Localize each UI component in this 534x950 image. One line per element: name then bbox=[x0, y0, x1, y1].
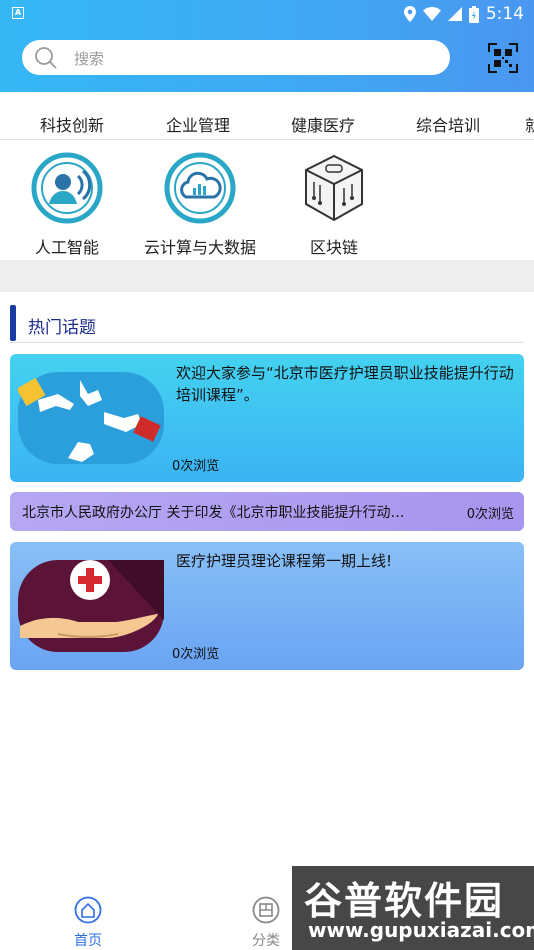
app-header: A 5:14 搜索 bbox=[0, 0, 534, 92]
topic-card[interactable]: 北京市人民政府办公厅 关于印发《北京市职业技能提升行动… 0次浏览 bbox=[10, 492, 524, 531]
cloud-data-icon bbox=[164, 152, 236, 224]
wifi-icon bbox=[422, 7, 441, 21]
topic-title: 医疗护理员理论课程第一期上线! bbox=[176, 552, 393, 570]
tab-employment[interactable]: 就 bbox=[525, 112, 534, 136]
nav-label: 分类 bbox=[252, 933, 280, 949]
tab-tech-innovation[interactable]: 科技创新 bbox=[40, 112, 104, 136]
topic-card[interactable]: 医疗护理员理论课程第一期上线! 0次浏览 bbox=[10, 542, 524, 670]
feature-ai[interactable]: 人工智能 bbox=[7, 152, 127, 258]
category-icon bbox=[252, 896, 280, 924]
search-input[interactable]: 搜索 bbox=[74, 48, 104, 69]
watermark-overlay: 谷普软件园 www.gupuxiazai.com bbox=[292, 866, 534, 950]
feature-cloud[interactable]: 云计算与大数据 bbox=[140, 152, 260, 258]
nav-category[interactable]: 分类 bbox=[236, 896, 296, 950]
topic-title: 欢迎大家参与“北京市医疗护理员职业技能提升行动培训课程”。 bbox=[176, 364, 514, 404]
tab-general-training[interactable]: 综合培训 bbox=[416, 112, 480, 136]
hot-topics-header: 热门话题 bbox=[10, 305, 524, 343]
location-icon bbox=[403, 6, 416, 22]
section-accent-bar bbox=[10, 305, 16, 341]
signal-icon bbox=[447, 7, 462, 21]
qr-scan-icon[interactable] bbox=[488, 43, 518, 73]
search-icon bbox=[35, 47, 57, 69]
feature-label: 云计算与大数据 bbox=[143, 238, 256, 257]
home-icon bbox=[74, 896, 102, 924]
clock: 5:14 bbox=[485, 4, 524, 24]
feature-label: 区块链 bbox=[309, 238, 358, 257]
feature-label: 人工智能 bbox=[34, 238, 99, 257]
status-bar: A 5:14 bbox=[0, 0, 534, 28]
category-tabs: 科技创新 企业管理 健康医疗 综合培训 就 bbox=[0, 102, 534, 140]
watermark-url: www.gupuxiazai.com bbox=[308, 918, 534, 942]
battery-icon bbox=[468, 5, 479, 23]
feature-blockchain[interactable]: 区块链 bbox=[274, 152, 394, 258]
nav-label: 首页 bbox=[74, 933, 102, 949]
section-divider bbox=[0, 260, 534, 292]
tab-health-medical[interactable]: 健康医疗 bbox=[291, 112, 355, 136]
view-count: 0次浏览 bbox=[172, 459, 220, 474]
search-bar[interactable]: 搜索 bbox=[22, 40, 450, 75]
view-count: 0次浏览 bbox=[172, 647, 220, 662]
section-title: 热门话题 bbox=[28, 318, 96, 338]
hands-illustration-icon bbox=[18, 372, 164, 464]
medical-care-illustration-icon bbox=[18, 560, 164, 652]
blockchain-cube-icon bbox=[305, 154, 363, 222]
topic-card[interactable]: 欢迎大家参与“北京市医疗护理员职业技能提升行动培训课程”。 0次浏览 bbox=[10, 354, 524, 482]
nav-home[interactable]: 首页 bbox=[58, 896, 118, 950]
watermark-title: 谷普软件园 bbox=[304, 879, 505, 923]
tab-enterprise-management[interactable]: 企业管理 bbox=[166, 112, 230, 136]
ai-person-icon bbox=[31, 152, 103, 224]
notification-icon: A bbox=[12, 7, 24, 19]
topic-title: 北京市人民政府办公厅 关于印发《北京市职业技能提升行动… bbox=[22, 505, 405, 521]
view-count: 0次浏览 bbox=[466, 507, 514, 522]
